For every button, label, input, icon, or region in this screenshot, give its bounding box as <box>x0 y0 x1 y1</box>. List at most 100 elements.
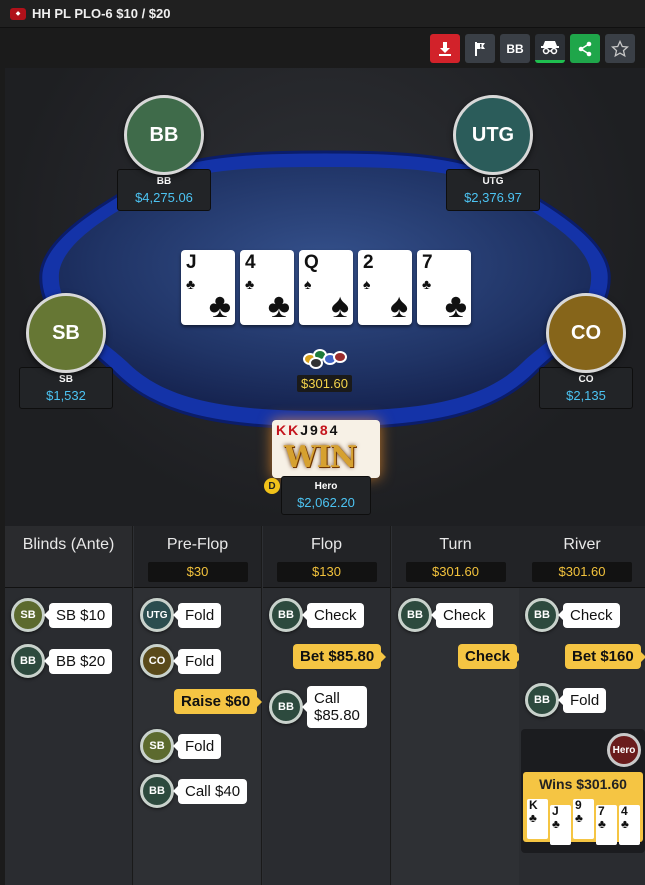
share-icon <box>578 41 592 56</box>
street-header: Blinds (Ante) <box>5 526 132 588</box>
mini-card: J ♣ <box>550 805 571 845</box>
poker-table-area: BB BB $4,275.06 UTG UTG $2,376.97 SB SB … <box>5 68 645 526</box>
position-badge: BB <box>525 598 559 632</box>
incognito-button[interactable] <box>535 34 565 63</box>
action-row: BB Call $85.80 <box>269 686 367 728</box>
card-rank: 8 <box>319 422 328 438</box>
dealer-button-icon: D <box>264 478 280 494</box>
mini-card: 7 ♣ <box>596 805 617 845</box>
seat-co-avatar-label: CO <box>571 321 601 344</box>
club-icon: ♣ <box>598 817 606 831</box>
position-badge: BB <box>269 690 303 724</box>
position-badge: BB <box>398 598 432 632</box>
seat-bb-avatar: BB <box>124 95 204 175</box>
street-header: Pre-Flop $30 <box>134 526 261 588</box>
bb-toggle-button[interactable]: BB <box>500 34 530 63</box>
seat-utg-plate: UTG $2,376.97 <box>446 169 540 211</box>
club-icon: ♣ <box>245 276 255 292</box>
seat-bb-name: BB <box>156 176 172 187</box>
download-button[interactable] <box>430 34 460 63</box>
favorite-button[interactable] <box>605 34 635 63</box>
community-cards: J ♣ ♣ 4 ♣ ♣ Q ♠ ♠ 2 ♠ ♠ 7 ♣ ♣ <box>181 250 471 325</box>
street-column-blinds: Blinds (Ante) SB SB $10 BB BB $20 <box>5 526 133 885</box>
action-label: Call $40 <box>172 778 248 804</box>
position-badge: CO <box>140 644 174 678</box>
action-label: Fold <box>172 648 222 674</box>
street-header: Flop $130 <box>263 526 390 588</box>
hero-result-panel: Hero Wins $301.60 K ♣ J ♣ 9 ♣ 7 ♣ 4 ♣ <box>521 729 645 853</box>
club-icon: ♣ <box>621 817 629 831</box>
card-rank: J <box>186 252 197 273</box>
action-row: BB Check <box>398 598 493 632</box>
street-pot: $301.60 <box>532 562 632 582</box>
street-column-preflop: Pre-Flop $30 UTG Fold CO Fold Raise $60 … <box>134 526 263 885</box>
card-rank: 7 <box>422 252 433 273</box>
position-badge: SB <box>11 598 45 632</box>
hero-hole-cards: K K J 9 8 4 WIN <box>272 420 380 478</box>
seat-utg[interactable]: UTG UTG $2,376.97 <box>445 95 541 211</box>
seat-co[interactable]: CO CO $2,135 <box>538 293 634 409</box>
seat-sb-plate: SB $1,532 <box>19 367 113 409</box>
card-rank: 2 <box>363 252 374 273</box>
seat-utg-avatar: UTG <box>453 95 533 175</box>
action-row: BB BB $20 <box>11 644 113 678</box>
street-pot: $130 <box>276 562 377 582</box>
street-header: Turn $301.60 <box>392 526 519 588</box>
seat-sb-avatar-label: SB <box>52 321 80 344</box>
seat-co-plate: CO $2,135 <box>539 367 633 409</box>
hero-action-label: Check <box>458 644 523 669</box>
seat-sb[interactable]: SB SB $1,532 <box>18 293 114 409</box>
pot-amount: $301.60 <box>297 375 352 392</box>
seat-bb[interactable]: BB BB $4,275.06 <box>116 95 212 211</box>
spade-icon: ♠ <box>389 287 408 325</box>
seat-co-avatar: CO <box>546 293 626 373</box>
street-title: Pre-Flop <box>166 536 229 553</box>
download-icon <box>439 41 451 56</box>
card-rank: K <box>529 798 538 812</box>
hand-history-window: ◆ HH PL PLO-6 $10 / $20 BB BB BB $4,275.… <box>0 0 645 885</box>
action-row: SB SB $10 <box>11 598 113 632</box>
hero-action-row: Raise $60 <box>170 689 263 714</box>
incognito-icon <box>541 41 559 55</box>
pot-chips-icon <box>297 347 357 369</box>
seat-bb-plate: BB $4,275.06 <box>117 169 211 211</box>
action-label: Fold <box>557 687 607 713</box>
action-label: BB $20 <box>43 648 113 674</box>
action-row: CO Fold <box>140 644 222 678</box>
win-banner: WIN <box>284 440 357 475</box>
club-icon: ♣ <box>552 817 560 831</box>
share-button[interactable] <box>570 34 600 63</box>
spade-icon: ♠ <box>304 276 312 292</box>
club-icon: ♣ <box>186 276 196 292</box>
board-card: 4 ♣ ♣ <box>240 250 294 325</box>
hero-action-row: Bet $85.80 <box>289 644 387 669</box>
position-badge: BB <box>11 644 45 678</box>
card-rank: J <box>552 804 559 818</box>
card-rank: J <box>300 422 309 438</box>
action-row: BB Check <box>525 598 620 632</box>
seat-hero-plate[interactable]: Hero $2,062.20 <box>281 476 371 515</box>
card-rank: K <box>288 422 299 438</box>
card-rank: 4 <box>621 804 628 818</box>
seat-sb-stack: $1,532 <box>46 388 86 403</box>
hero-card-ranks: K K J 9 8 4 <box>272 420 380 440</box>
position-badge: UTG <box>140 598 174 632</box>
street-title: River <box>563 536 601 553</box>
action-label: Check <box>431 602 493 628</box>
action-label: SB $10 <box>43 602 113 628</box>
bb-toggle-label: BB <box>506 41 524 56</box>
mini-card: K ♣ <box>527 799 548 839</box>
seat-utg-name: UTG <box>482 176 504 187</box>
position-badge: BB <box>525 683 559 717</box>
club-icon: ♣ <box>267 287 290 325</box>
board-card: Q ♠ ♠ <box>299 250 353 325</box>
board-card: J ♣ ♣ <box>181 250 235 325</box>
club-icon: ♣ <box>575 811 583 825</box>
card-rank: 9 <box>310 422 318 438</box>
hero-action-label: Raise $60 <box>174 689 263 714</box>
action-label: Check <box>302 602 364 628</box>
flag-button[interactable] <box>465 34 495 63</box>
street-title: Blinds (Ante) <box>22 536 115 553</box>
street-pot: $30 <box>147 562 248 582</box>
spade-icon: ♠ <box>330 287 349 325</box>
